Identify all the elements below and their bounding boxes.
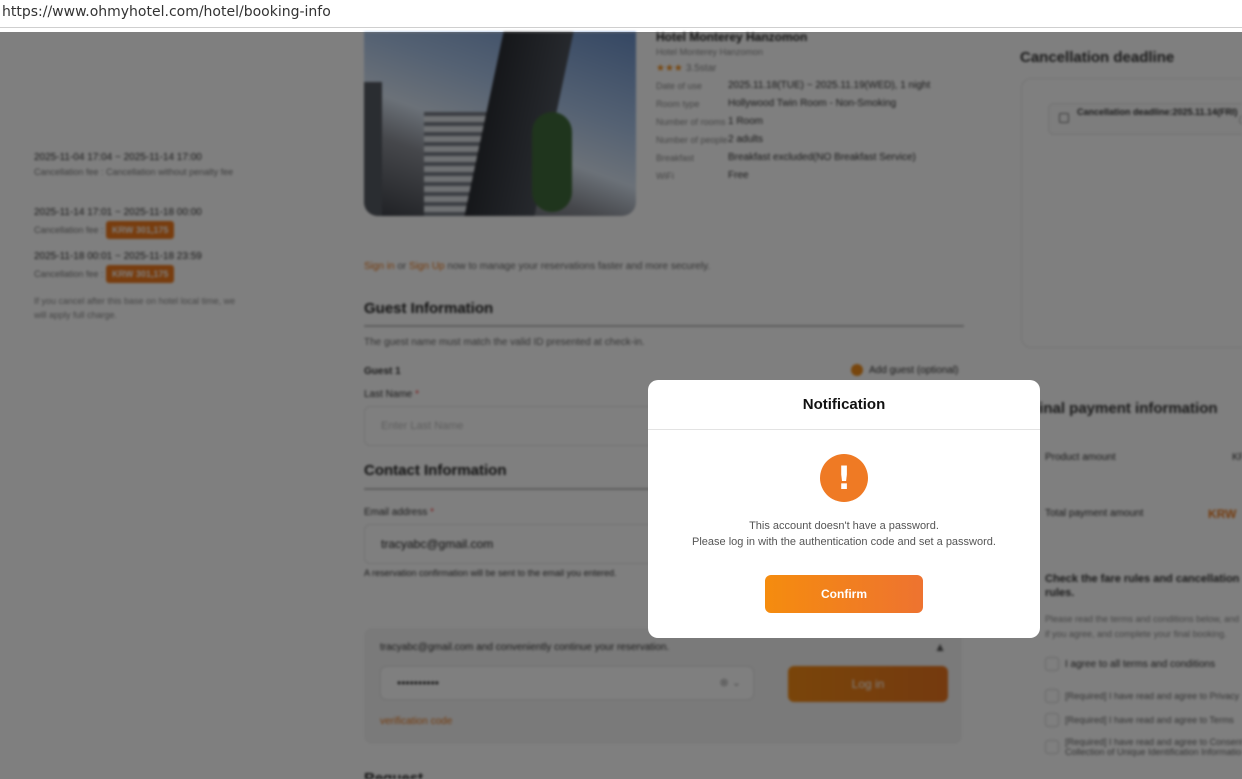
dialog-title: Notification — [648, 380, 1040, 430]
modal-overlay[interactable] — [0, 32, 1242, 779]
url-text[interactable]: https://www.ohmyhotel.com/hotel/booking-… — [2, 4, 331, 20]
browser-url-bar[interactable]: https://www.ohmyhotel.com/hotel/booking-… — [0, 0, 1242, 28]
warning-icon: ! — [820, 454, 868, 502]
dialog-message-line2: Please log in with the authentication co… — [692, 536, 996, 548]
dialog-message: This account doesn't have a password. Pl… — [648, 518, 1040, 550]
confirm-button[interactable]: Confirm — [765, 575, 923, 613]
dialog-message-line1: This account doesn't have a password. — [749, 520, 939, 532]
notification-dialog: Notification ! This account doesn't have… — [648, 380, 1040, 638]
